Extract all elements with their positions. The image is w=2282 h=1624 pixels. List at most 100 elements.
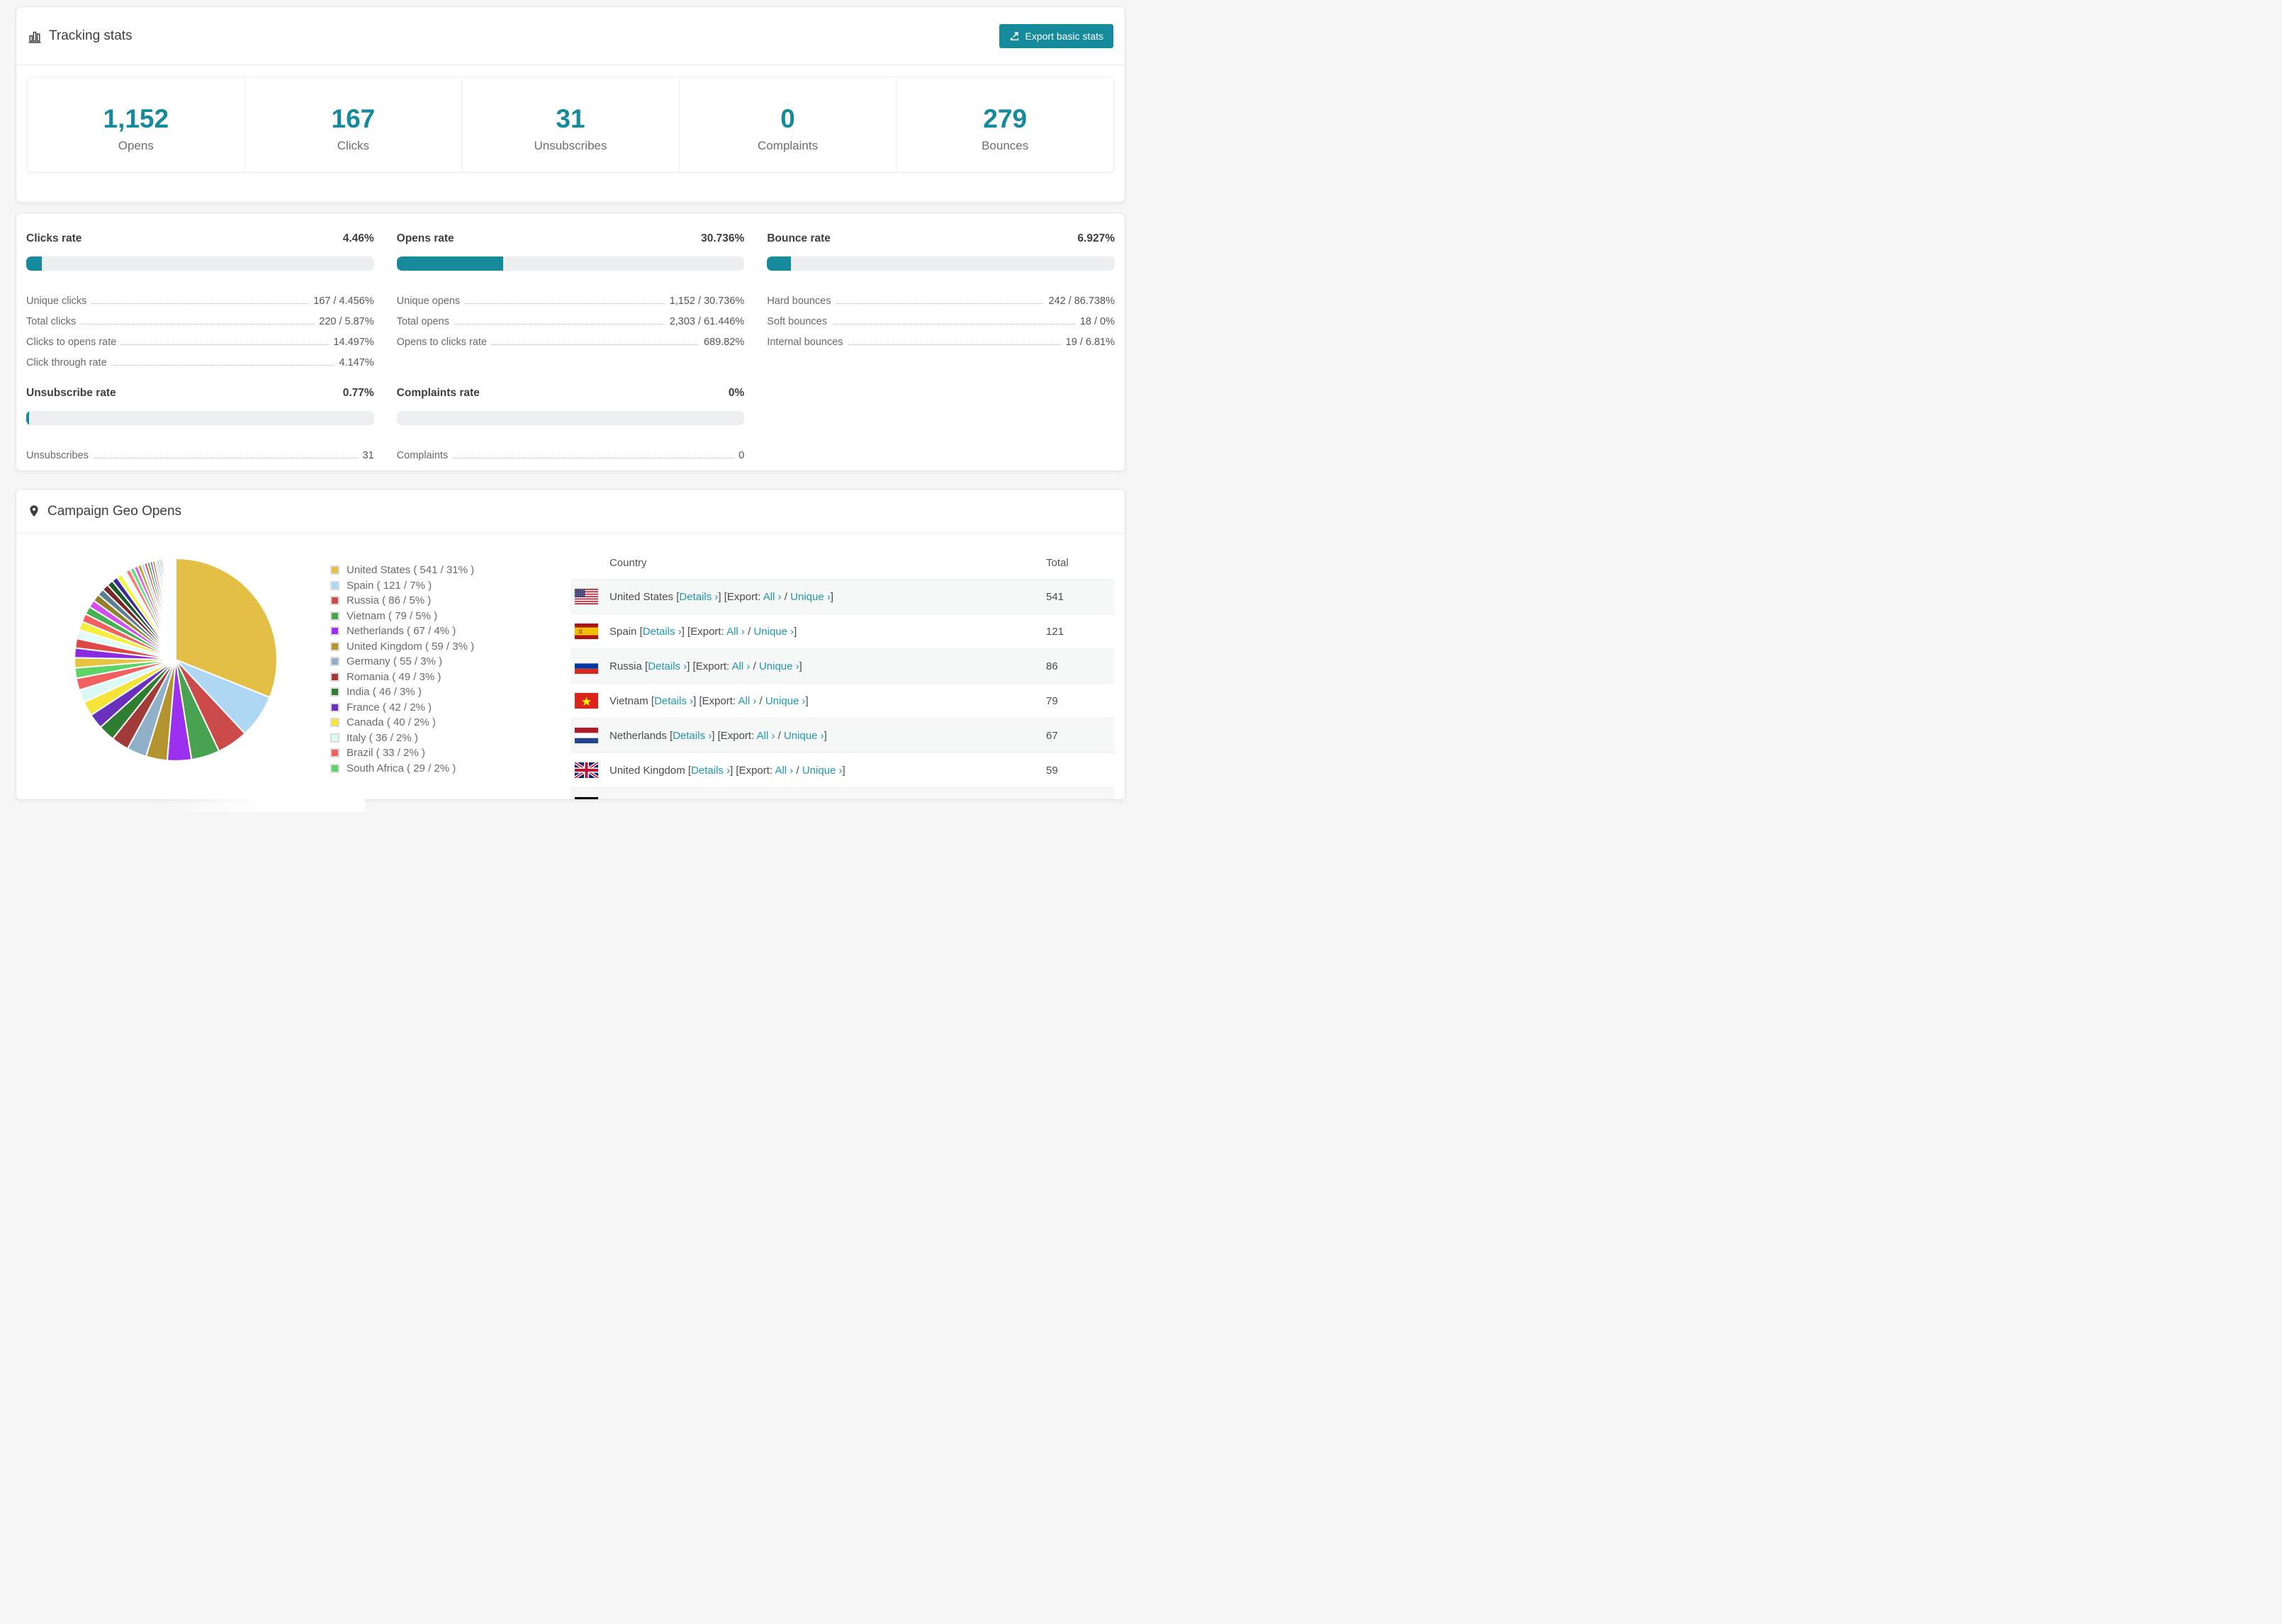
rate-value-bounce: 6.927% bbox=[1077, 232, 1115, 244]
stat-label-opens: Opens bbox=[118, 139, 154, 152]
geo-export-all-link[interactable]: All › bbox=[743, 799, 761, 800]
stat-card-opens: 1,152 Opens bbox=[28, 77, 244, 172]
geo-details-link[interactable]: Details › bbox=[691, 765, 730, 777]
legend-swatch bbox=[330, 641, 339, 651]
geo-row-text: Vietnam [Details ›] [Export: All › / Uni… bbox=[609, 694, 809, 707]
geo-row-total: 67 bbox=[1046, 729, 1058, 742]
legend-swatch bbox=[330, 718, 339, 728]
geo-table-row-gb: United Kingdom [Details ›] [Export: All … bbox=[570, 752, 1115, 787]
rate-row: Complaints 0 bbox=[396, 450, 745, 461]
legend-label: Spain ( 121 / 7% ) bbox=[347, 579, 432, 592]
legend-label: Canada ( 40 / 2% ) bbox=[347, 716, 436, 729]
legend-item-france: France ( 42 / 2% ) bbox=[330, 700, 566, 716]
rate-title-opens: Opens rate bbox=[396, 232, 454, 244]
rate-row: Hard bounces 242 / 86.738% bbox=[767, 295, 1115, 307]
geo-table-row-vn: Vietnam [Details ›] [Export: All › / Uni… bbox=[570, 683, 1115, 718]
rate-value-complaints: 0% bbox=[728, 387, 745, 399]
geo-export-all-link[interactable]: All › bbox=[757, 730, 775, 742]
geo-col-total: Total bbox=[1046, 556, 1069, 569]
rate-section-opens: Opens rate 30.736% Unique opens 1,152 / 30.… bbox=[396, 232, 745, 368]
rate-row: Opens to clicks rate 689.82% bbox=[396, 337, 745, 348]
tracking-stats-title: Tracking stats bbox=[28, 28, 133, 44]
legend-label: United Kingdom ( 59 / 3% ) bbox=[347, 640, 475, 653]
geo-table-row-ru: Russia [Details ›] [Export: All › / Uniq… bbox=[570, 648, 1115, 683]
geo-row-total: 86 bbox=[1046, 660, 1058, 672]
stat-label-unsubscribes: Unsubscribes bbox=[534, 139, 607, 152]
geo-export-all-link[interactable]: All › bbox=[775, 765, 793, 777]
geo-table-row-de: Germany [Details ›] [Export: All › / Uni… bbox=[570, 787, 1115, 800]
pie-slice-other bbox=[174, 558, 176, 660]
rate-title-bounce: Bounce rate bbox=[767, 232, 831, 244]
legend-label: Germany ( 55 / 3% ) bbox=[347, 655, 443, 668]
geo-details-link[interactable]: Details › bbox=[648, 660, 687, 672]
geo-row-total: 55 bbox=[1046, 799, 1115, 800]
campaign-geo-opens-card: Campaign Geo Opens United States ( 541 /… bbox=[16, 489, 1125, 800]
legend-item-united-states: United States ( 541 / 31% ) bbox=[330, 563, 566, 578]
geo-table-row-es: Spain [Details ›] [Export: All › / Uniqu… bbox=[570, 614, 1115, 648]
legend-swatch bbox=[330, 611, 339, 621]
geo-row-text: Germany [Details ›] [Export: All › / Uni… bbox=[609, 799, 814, 800]
legend-swatch bbox=[330, 687, 339, 697]
rate-row: Total opens 2,303 / 61.446% bbox=[396, 316, 745, 327]
export-icon bbox=[1009, 30, 1020, 41]
geo-export-unique-link[interactable]: Unique › bbox=[770, 799, 811, 800]
flag-de-icon bbox=[575, 797, 598, 799]
geo-export-unique-link[interactable]: Unique › bbox=[784, 730, 824, 742]
progress-bar-opens bbox=[396, 256, 745, 271]
rate-row: Clicks to opens rate 14.497% bbox=[26, 337, 374, 348]
geo-table: Country Total United States [Details ›] … bbox=[570, 546, 1115, 800]
geo-pie-chart bbox=[69, 553, 282, 766]
flag-vn-icon bbox=[575, 693, 598, 709]
geo-table-row-us: United States [Details ›] [Export: All ›… bbox=[570, 579, 1115, 614]
rate-value-unsubscribe: 0.77% bbox=[342, 387, 374, 399]
rate-section-clicks: Clicks rate 4.46% Unique clicks 167 / 4.456… bbox=[26, 232, 374, 368]
geo-row-total: 541 bbox=[1046, 590, 1064, 603]
rate-row: Unique clicks 167 / 4.456% bbox=[26, 295, 374, 307]
rate-title-complaints: Complaints rate bbox=[396, 387, 480, 399]
legend-swatch bbox=[330, 657, 339, 667]
rate-section-bounce: Bounce rate 6.927% Hard bounces 242 / 86.73… bbox=[767, 232, 1115, 368]
geo-export-all-link[interactable]: All › bbox=[763, 591, 782, 603]
legend-label: Vietnam ( 79 / 5% ) bbox=[347, 609, 438, 622]
progress-bar-clicks bbox=[26, 256, 374, 271]
geo-export-unique-link[interactable]: Unique › bbox=[753, 626, 794, 638]
geo-export-all-link[interactable]: All › bbox=[726, 626, 745, 638]
legend-swatch bbox=[330, 672, 339, 682]
stat-value-opens: 1,152 bbox=[103, 104, 169, 133]
legend-item-netherlands: Netherlands ( 67 / 4% ) bbox=[330, 624, 566, 639]
geo-export-all-link[interactable]: All › bbox=[732, 660, 751, 672]
geo-row-total: 79 bbox=[1046, 694, 1058, 707]
geo-row-total: 121 bbox=[1046, 625, 1064, 638]
stats-row: 1,152 Opens 167 Clicks 31 Unsubscribes 0 Compla… bbox=[27, 77, 1114, 173]
geo-details-link[interactable]: Details › bbox=[673, 730, 712, 742]
rate-row: Internal bounces 19 / 6.81% bbox=[767, 337, 1115, 348]
geo-details-link[interactable]: Details › bbox=[679, 591, 718, 603]
rate-value-opens: 30.736% bbox=[701, 232, 745, 244]
export-basic-stats-button[interactable]: Export basic stats bbox=[999, 23, 1113, 48]
geo-legend: United States ( 541 / 31% ) Spain ( 121 /… bbox=[330, 563, 566, 799]
geo-export-unique-link[interactable]: Unique › bbox=[802, 765, 843, 777]
geo-row-text: Spain [Details ›] [Export: All › / Uniqu… bbox=[609, 625, 797, 638]
flag-us-icon bbox=[575, 589, 598, 604]
legend-label: Romania ( 49 / 3% ) bbox=[347, 670, 442, 683]
legend-swatch bbox=[330, 748, 339, 758]
flag-nl-icon bbox=[575, 728, 598, 743]
geo-table-header: Country Total bbox=[570, 546, 1115, 579]
stat-card-bounces: 279 Bounces bbox=[896, 77, 1113, 172]
stat-card-complaints: 0 Complaints bbox=[678, 77, 896, 172]
tracking-stats-card: Tracking stats Export basic stats 1,152 O… bbox=[16, 6, 1125, 203]
geo-export-unique-link[interactable]: Unique › bbox=[790, 591, 831, 603]
geo-export-unique-link[interactable]: Unique › bbox=[765, 695, 806, 707]
rate-row: Click through rate 4.147% bbox=[26, 357, 374, 368]
rate-section-complaints: Complaints rate 0% Complaints 0 bbox=[396, 387, 745, 461]
geo-details-link[interactable]: Details › bbox=[643, 626, 682, 638]
rate-row: Soft bounces 18 / 0% bbox=[767, 316, 1115, 327]
legend-swatch bbox=[330, 565, 339, 575]
stat-value-clicks: 167 bbox=[331, 104, 376, 133]
geo-details-link[interactable]: Details › bbox=[654, 695, 693, 707]
geo-export-all-link[interactable]: All › bbox=[738, 695, 756, 707]
legend-label: Netherlands ( 67 / 4% ) bbox=[347, 625, 456, 638]
geo-details-link[interactable]: Details › bbox=[659, 799, 698, 800]
bar-chart-icon bbox=[28, 29, 42, 43]
geo-export-unique-link[interactable]: Unique › bbox=[759, 660, 799, 672]
